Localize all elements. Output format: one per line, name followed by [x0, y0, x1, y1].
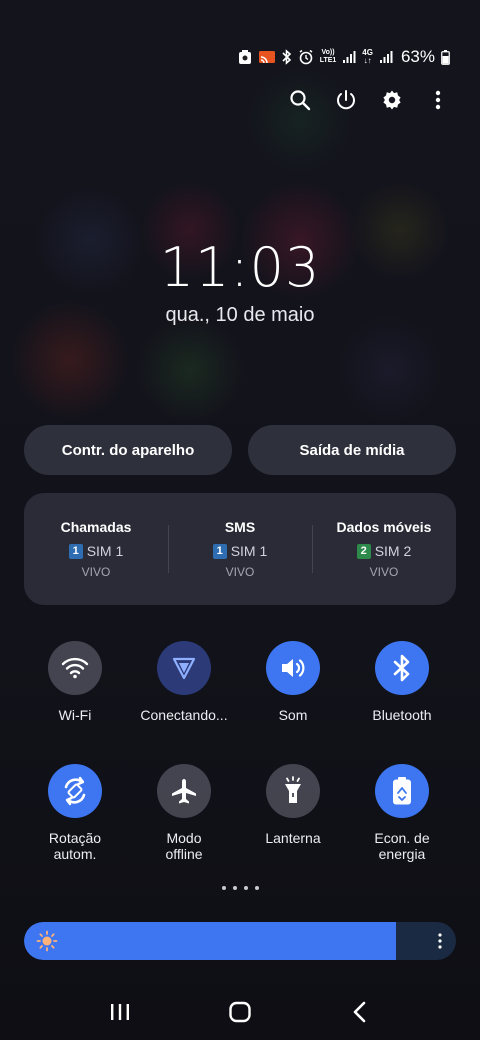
page-dot [243, 886, 248, 890]
clock-date[interactable]: qua., 10 de maio [0, 304, 480, 327]
status-bar: Vo)) LTE1 4G ↓↑ 63% [238, 44, 450, 70]
page-dot [254, 886, 259, 890]
sim-number-badge: 2 [356, 543, 371, 559]
tile-label: Rotação autom. [49, 830, 101, 862]
sim-col-title: Chamadas [60, 519, 132, 535]
sim-carrier: VIVO [225, 565, 255, 579]
page-indicator[interactable] [0, 886, 480, 890]
volte-icon: Vo)) LTE1 [319, 49, 337, 64]
brightness-slider[interactable] [24, 922, 456, 960]
search-icon[interactable] [288, 86, 312, 114]
recents-button[interactable] [98, 990, 142, 1034]
navigation-bar [0, 990, 480, 1034]
flashlight-icon [266, 764, 320, 818]
tile-label-line: Rotação [48, 830, 102, 846]
clock-time[interactable]: 11:03 [0, 236, 480, 299]
sim-carrier: VIVO [369, 565, 399, 579]
sim-label: SIM 1 [230, 543, 268, 559]
back-icon [353, 1001, 366, 1023]
tile-label: Lanterna [265, 830, 321, 846]
auto-rotate-icon [48, 764, 102, 818]
bluetooth-status-icon [282, 49, 292, 65]
cast-connecting-icon [157, 641, 211, 695]
power-saving-icon [375, 764, 429, 818]
tile-label: Bluetooth [372, 707, 432, 723]
device-control-button[interactable]: Contr. do aparelho [24, 425, 232, 475]
power-icon[interactable] [334, 86, 358, 114]
page-dot [232, 886, 237, 890]
wifi-icon [48, 641, 102, 695]
tile-label: Econ. de energia [374, 830, 429, 862]
brightness-more-icon[interactable] [434, 930, 446, 952]
tile-label: Wi-Fi [58, 707, 92, 723]
home-icon [229, 1001, 251, 1023]
sim-carrier: VIVO [81, 565, 111, 579]
tile-label-line: Econ. de [374, 830, 430, 846]
quick-panel-actions [288, 86, 450, 114]
tile-bluetooth[interactable]: Bluetooth [347, 641, 457, 723]
bluetooth-icon [375, 641, 429, 695]
sim-col-title: Dados móveis [336, 519, 432, 535]
sun-icon [36, 930, 58, 957]
tile-flashlight[interactable]: Lanterna [238, 764, 348, 846]
tile-smart-view[interactable]: Conectando... [129, 641, 239, 723]
tile-airplane[interactable]: Modo offline [129, 764, 239, 862]
sim-label: SIM 1 [86, 543, 124, 559]
tile-label-line: energia [378, 846, 426, 862]
home-button[interactable] [218, 990, 262, 1034]
tile-label: Conectando... [140, 707, 228, 723]
sim-label: SIM 2 [374, 543, 412, 559]
volume-icon [266, 641, 320, 695]
sim-sms[interactable]: SMS 1 SIM 1 VIVO [168, 493, 312, 605]
settings-icon[interactable] [380, 86, 404, 114]
airplane-icon [157, 764, 211, 818]
signal-1-icon [342, 50, 356, 64]
cast-icon [258, 50, 276, 64]
sim-number-badge: 1 [212, 543, 227, 559]
recents-icon [111, 1004, 129, 1020]
sim-manager-card: Chamadas 1 SIM 1 VIVO SMS 1 SIM 1 VIVO D… [24, 493, 456, 605]
tile-label: Som [278, 707, 308, 723]
tile-wifi[interactable]: Wi-Fi [20, 641, 130, 723]
tile-sound[interactable]: Som [238, 641, 348, 723]
page-dot [221, 886, 226, 890]
tile-power-saving[interactable]: Econ. de energia [347, 764, 457, 862]
sim-number-badge: 1 [68, 543, 83, 559]
tile-auto-rotate[interactable]: Rotação autom. [20, 764, 130, 862]
battery-icon [441, 49, 450, 65]
tile-label-line: offline [165, 846, 203, 862]
battery-percent: 63% [400, 47, 435, 66]
tile-label: Modo offline [165, 830, 202, 862]
sim-col-title: SMS [224, 519, 256, 535]
brightness-fill [24, 922, 396, 960]
back-button[interactable] [338, 990, 382, 1034]
alarm-icon [298, 49, 314, 65]
more-vert-icon[interactable] [426, 86, 450, 114]
4g-icon: 4G ↓↑ [362, 48, 373, 65]
tile-label-line: Modo [166, 830, 202, 846]
tile-label-line: autom. [53, 846, 97, 862]
sim-calls[interactable]: Chamadas 1 SIM 1 VIVO [24, 493, 168, 605]
app-notification-icon [238, 49, 252, 65]
media-output-button[interactable]: Saída de mídia [248, 425, 456, 475]
signal-2-icon [379, 50, 393, 64]
sim-mobile-data[interactable]: Dados móveis 2 SIM 2 VIVO [312, 493, 456, 605]
